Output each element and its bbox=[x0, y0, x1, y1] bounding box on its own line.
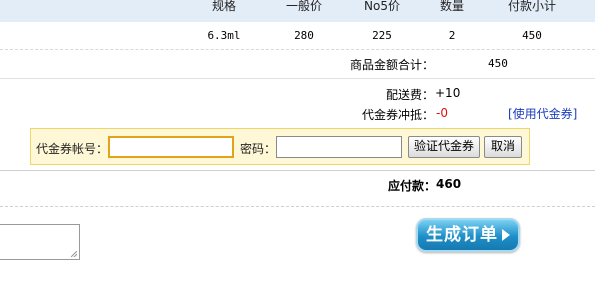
coupon-account-input[interactable] bbox=[108, 136, 234, 158]
cell-subtotal: 450 bbox=[522, 29, 542, 42]
goods-total-label: 商品金额合计： bbox=[349, 58, 434, 72]
col-header-no5-price: No5价 bbox=[364, 0, 400, 13]
use-coupon-link[interactable]: [使用代金券] bbox=[508, 105, 577, 122]
coupon-password-input[interactable] bbox=[276, 136, 402, 158]
row-divider bbox=[0, 49, 595, 50]
order-remark-textarea[interactable] bbox=[0, 224, 80, 260]
coupon-password-label: 密码： bbox=[240, 142, 277, 156]
shipping-label: 配送费： bbox=[385, 88, 434, 102]
cell-regular-price: 280 bbox=[294, 29, 314, 42]
goods-total-value: 450 bbox=[488, 57, 508, 70]
coupon-offset-value: -0 bbox=[436, 106, 448, 120]
cancel-button[interactable]: 取消 bbox=[484, 136, 522, 158]
cell-spec: 6.3ml bbox=[207, 29, 241, 42]
verify-coupon-button[interactable]: 验证代金券 bbox=[408, 136, 480, 158]
section-divider bbox=[0, 78, 595, 79]
coupon-account-label: 代金券帐号： bbox=[36, 142, 109, 156]
generate-order-button[interactable]: 生成订单 bbox=[416, 218, 520, 252]
col-header-regular-price: 一般价 bbox=[285, 0, 322, 13]
cell-quantity: 2 bbox=[448, 29, 456, 42]
arrow-right-icon bbox=[502, 229, 510, 241]
shipping-value: +10 bbox=[435, 86, 461, 100]
col-header-quantity: 数量 bbox=[439, 0, 464, 13]
generate-order-label: 生成订单 bbox=[426, 225, 498, 245]
resize-grip-icon[interactable] bbox=[71, 251, 77, 257]
col-header-spec: 规格 bbox=[211, 0, 236, 13]
order-divider bbox=[0, 206, 595, 207]
col-header-subtotal: 付款小计 bbox=[507, 0, 556, 13]
coupon-offset-label: 代金券冲抵： bbox=[361, 108, 434, 122]
cell-no5-price: 225 bbox=[372, 29, 392, 42]
payable-label: 应付款： bbox=[387, 179, 436, 193]
payable-value: 460 bbox=[436, 177, 462, 191]
payable-divider bbox=[0, 170, 595, 171]
